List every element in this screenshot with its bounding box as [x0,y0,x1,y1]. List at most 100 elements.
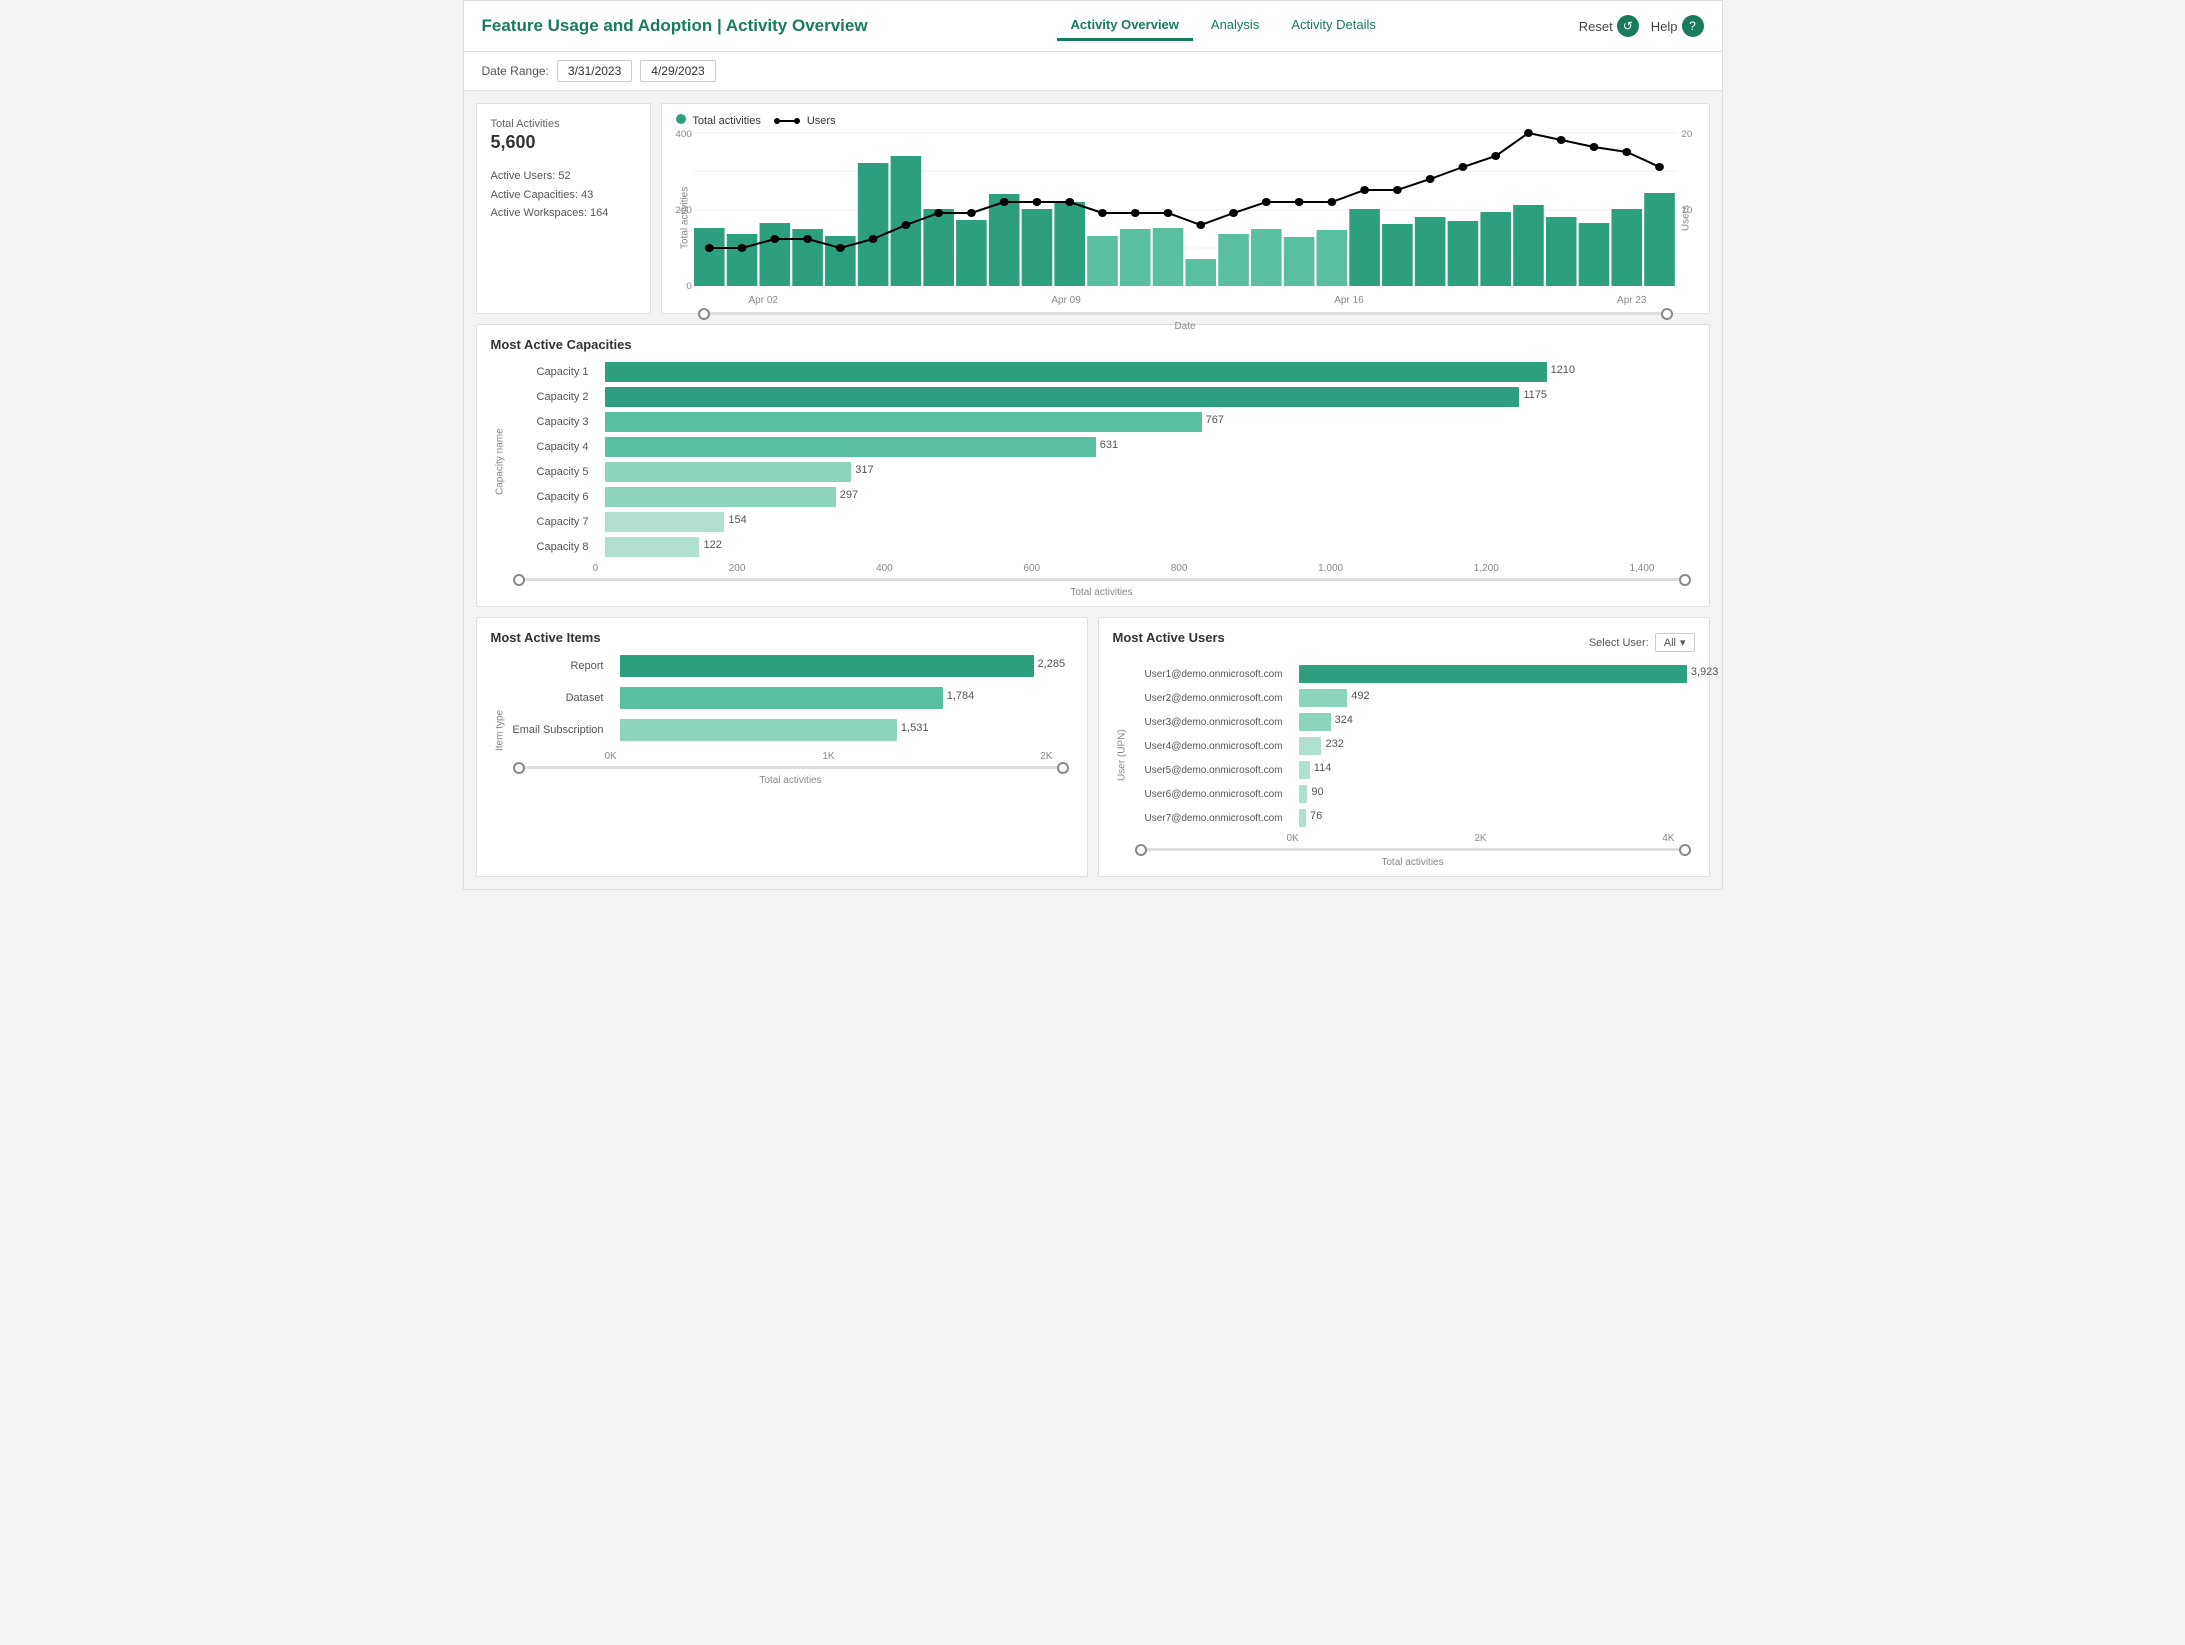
item-bar-row: Dataset 1,784 [509,687,1073,709]
items-y-axis-label: Item type [491,655,509,805]
user-bar-value: 90 [1311,786,1323,798]
nav-tabs: Activity Overview Analysis Activity Deta… [1057,11,1390,41]
cap-bar-value: 122 [703,539,721,551]
cap-x-1400: 1,400 [1629,563,1654,574]
items-slider-left[interactable] [513,762,525,774]
active-capacities-value: 43 [581,189,593,201]
user-bar-row: User3@demo.onmicrosoft.com 324 [1131,713,1695,731]
header-actions: Reset ↺ Help ? [1579,15,1704,37]
item-bar-label: Dataset [509,692,604,704]
app-title: Feature Usage and Adoption | Activity Ov… [482,16,868,36]
user-bar-value: 76 [1310,810,1322,822]
users-x-2k: 2K [1474,833,1486,844]
items-title: Most Active Items [491,630,1073,645]
tab-analysis[interactable]: Analysis [1197,11,1273,41]
date-end-button[interactable]: 4/29/2023 [640,60,715,82]
active-users-value: 52 [558,170,570,182]
items-slider-right[interactable] [1057,762,1069,774]
item-bar-value: 1,531 [901,722,929,734]
tab-activity-details[interactable]: Activity Details [1277,11,1390,41]
select-user-value: All [1664,637,1676,649]
item-bar-label: Email Subscription [509,724,604,736]
legend-total-label: Total activities [692,115,760,127]
select-user-label: Select User: [1589,637,1649,649]
cap-bar-row: Capacity 5 317 [509,462,1695,482]
items-card: Most Active Items Item type Report 2,285… [476,617,1088,877]
activity-chart-slider [694,308,1677,319]
cap-slider-left[interactable] [513,574,525,586]
item-bar-label: Report [509,660,604,672]
user-bar-fill [1299,785,1308,803]
users-y-axis-label: User (UPN) [1113,665,1131,845]
activity-svg: 400 200 0 20 10 [694,133,1677,288]
capacities-bars: Capacity 1 1210 Capacity 2 1175 Capacity… [509,362,1695,598]
users-card: Most Active Users Select User: All ▾ Use… [1098,617,1710,877]
user-bar-value: 492 [1351,690,1369,702]
users-slider [1131,844,1695,855]
users-x-0k: 0K [1287,833,1299,844]
total-activities-value: 5,600 [491,132,636,153]
reset-button[interactable]: Reset ↺ [1579,15,1639,37]
activity-chart-area: Total activities 400 200 0 [676,133,1695,303]
select-user-dropdown[interactable]: All ▾ [1655,633,1695,652]
toolbar: Date Range: 3/31/2023 4/29/2023 [464,52,1722,91]
help-button[interactable]: Help ? [1651,15,1704,37]
cap-bar-row: Capacity 2 1175 [509,387,1695,407]
user-bar-fill [1299,737,1322,755]
users-chart-area: User (UPN) User1@demo.onmicrosoft.com 3,… [1113,665,1695,868]
cap-bar-fill [605,487,836,507]
legend-users-label: Users [807,115,836,127]
items-bars: Report 2,285 Dataset 1,784 Email Subscri… [509,655,1073,805]
stats-card: Total Activities 5,600 Active Users: 52 … [476,103,651,314]
slider-track [698,312,1673,315]
items-x-0k: 0K [605,751,617,762]
user-bar-label: User1@demo.onmicrosoft.com [1131,669,1283,680]
item-bar-value: 1,784 [947,690,975,702]
cap-slider-track [513,578,1691,581]
items-x-axis-label: Total activities [509,775,1073,786]
date-start-button[interactable]: 3/31/2023 [557,60,632,82]
cap-x-800: 800 [1171,563,1188,574]
user-bar-value: 3,923 [1691,666,1719,678]
users-slider-right[interactable] [1679,844,1691,856]
cap-x-200: 200 [729,563,746,574]
cap-x-400: 400 [876,563,893,574]
active-workspaces-value: 164 [590,207,608,219]
tab-activity-overview[interactable]: Activity Overview [1057,11,1193,41]
cap-bar-row: Capacity 7 154 [509,512,1695,532]
help-label: Help [1651,19,1678,34]
cap-bar-value: 1175 [1523,389,1547,401]
cap-slider-right[interactable] [1679,574,1691,586]
x-label-apr16: Apr 16 [1334,295,1363,306]
select-user-group: Select User: All ▾ [1589,633,1695,652]
cap-bar-row: Capacity 4 631 [509,437,1695,457]
users-title: Most Active Users [1113,630,1225,645]
slider-thumb-left[interactable] [698,308,710,320]
cap-x-axis-label: Total activities [509,587,1695,598]
item-bar-fill [620,655,1034,677]
cap-x-1000: 1,000 [1318,563,1343,574]
user-bar-label: User2@demo.onmicrosoft.com [1131,693,1283,704]
slider-thumb-right[interactable] [1661,308,1673,320]
user-bar-fill [1299,713,1331,731]
cap-bar-value: 767 [1206,414,1224,426]
cap-bar-fill [605,387,1520,407]
chart-legend: Total activities Users [676,114,1695,127]
user-bar-label: User4@demo.onmicrosoft.com [1131,741,1283,752]
item-bar-fill [620,687,943,709]
users-slider-left[interactable] [1135,844,1147,856]
items-slider-track [513,766,1069,769]
user-bar-row: User4@demo.onmicrosoft.com 232 [1131,737,1695,755]
cap-bar-fill [605,537,700,557]
cap-bar-label: Capacity 2 [509,391,589,403]
x-label-apr09: Apr 09 [1051,295,1080,306]
activity-chart-card: Total activities Users Total activities [661,103,1710,314]
capacities-x-axis: 0 200 400 600 800 1,000 1,200 1,400 [509,563,1695,574]
cap-bar-row: Capacity 6 297 [509,487,1695,507]
cap-bar-row: Capacity 3 767 [509,412,1695,432]
cap-x-600: 600 [1023,563,1040,574]
users-header: Most Active Users Select User: All ▾ [1113,630,1695,655]
cap-bar-value: 631 [1100,439,1118,451]
svg-text:0: 0 [686,280,691,291]
item-bar-row: Email Subscription 1,531 [509,719,1073,741]
